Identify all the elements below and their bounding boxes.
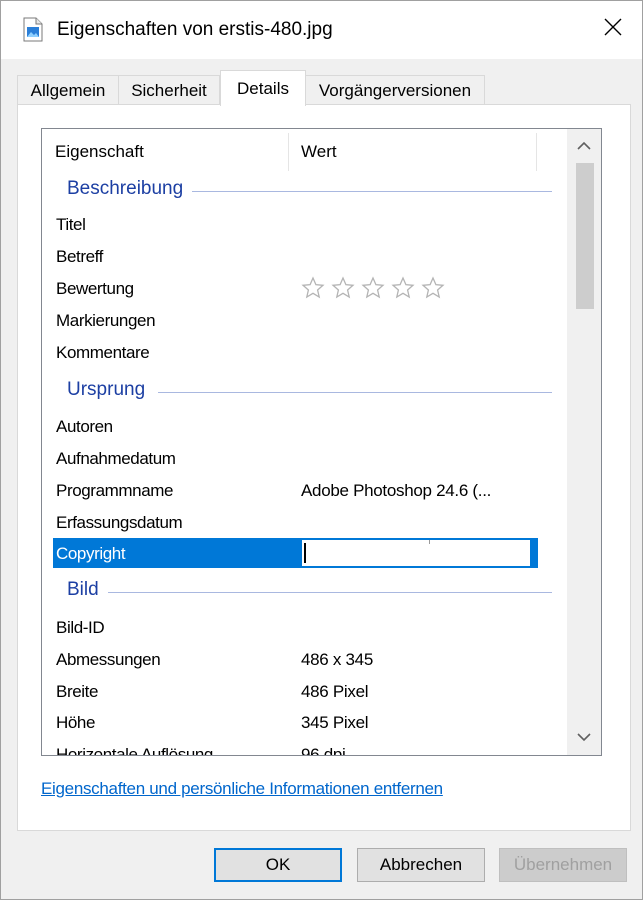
edit-marker <box>429 540 430 544</box>
group-label: Ursprung <box>67 379 154 401</box>
scroll-up-button[interactable] <box>567 129 601 163</box>
property-row-aufnahmedatum[interactable]: Aufnahmedatum <box>42 443 566 475</box>
property-name: Aufnahmedatum <box>56 449 176 468</box>
close-icon <box>604 18 622 41</box>
property-row-hoehe[interactable]: Höhe 345 Pixel <box>42 707 566 739</box>
property-row-kommentare[interactable]: Kommentare <box>42 337 566 369</box>
property-value[interactable]: 486 Pixel <box>301 682 369 702</box>
list-header: Eigenschaft Wert <box>42 129 566 174</box>
rating-stars[interactable] <box>301 276 445 300</box>
copyright-input[interactable] <box>302 540 530 566</box>
property-name: Erfassungsdatum <box>56 513 183 532</box>
property-name: Betreff <box>56 247 103 266</box>
vertical-scrollbar[interactable] <box>567 129 601 755</box>
property-row-titel[interactable]: Titel <box>42 209 566 241</box>
tab-details[interactable]: Details <box>220 70 306 106</box>
property-row-betreff[interactable]: Betreff <box>42 241 566 273</box>
tab-vorgaengerversionen[interactable]: Vorgängerversionen <box>305 75 485 106</box>
property-row-breite[interactable]: Breite 486 Pixel <box>42 676 566 708</box>
group-label: Bild <box>67 579 107 601</box>
property-name: Copyright <box>56 544 126 563</box>
property-name: Programmname <box>56 481 174 500</box>
text-caret <box>304 543 306 563</box>
group-label: Beschreibung <box>67 178 192 200</box>
property-row-horizontale-aufloesung[interactable]: Horizontale Auflösung 96 dpi <box>42 739 566 756</box>
property-name: Abmessungen <box>56 650 161 669</box>
property-row-erfassungsdatum[interactable]: Erfassungsdatum <box>42 507 566 539</box>
apply-button[interactable]: Übernehmen <box>499 848 627 882</box>
property-value[interactable]: 345 Pixel <box>301 713 369 733</box>
group-header-bild[interactable]: Bild <box>42 576 566 606</box>
group-header-beschreibung[interactable]: Beschreibung <box>42 175 566 205</box>
close-button[interactable] <box>591 9 635 49</box>
group-header-ursprung[interactable]: Ursprung <box>42 376 566 406</box>
property-name: Kommentare <box>56 343 150 362</box>
property-name: Autoren <box>56 417 113 436</box>
star-icon[interactable] <box>421 276 445 300</box>
image-file-icon <box>23 17 43 42</box>
property-name: Höhe <box>56 713 96 732</box>
property-row-abmessungen[interactable]: Abmessungen 486 x 345 <box>42 644 566 676</box>
cancel-button[interactable]: Abbrechen <box>357 848 485 882</box>
star-icon[interactable] <box>301 276 325 300</box>
property-name: Bewertung <box>56 279 134 298</box>
property-value[interactable]: 486 x 345 <box>301 650 373 670</box>
scroll-down-button[interactable] <box>567 721 601 755</box>
property-name: Bild-ID <box>56 618 105 637</box>
properties-dialog: Eigenschaften von erstis-480.jpg Allgeme… <box>0 0 643 900</box>
scroll-thumb[interactable] <box>576 163 594 309</box>
property-row-markierungen[interactable]: Markierungen <box>42 305 566 337</box>
property-value[interactable]: 96 dpi <box>301 745 346 755</box>
chevron-down-icon <box>577 729 591 747</box>
property-name: Horizontale Auflösung <box>56 745 213 756</box>
property-name: Titel <box>56 215 86 234</box>
group-divider <box>192 191 552 192</box>
property-name: Markierungen <box>56 311 156 330</box>
property-name: Breite <box>56 682 99 701</box>
property-row-bewertung[interactable]: Bewertung <box>42 273 566 305</box>
copyright-edit-field[interactable] <box>300 538 538 568</box>
window-title: Eigenschaften von erstis-480.jpg <box>57 19 333 40</box>
star-icon[interactable] <box>331 276 355 300</box>
group-divider <box>158 392 552 393</box>
property-row-autoren[interactable]: Autoren <box>42 411 566 443</box>
remove-properties-link[interactable]: Eigenschaften und persönliche Informatio… <box>41 779 443 799</box>
properties-list[interactable]: Eigenschaft Wert Beschreibung Titel Betr… <box>41 128 602 756</box>
star-icon[interactable] <box>391 276 415 300</box>
property-value[interactable]: Adobe Photoshop 24.6 (... <box>301 481 491 501</box>
tab-sicherheit[interactable]: Sicherheit <box>118 75 220 106</box>
column-divider[interactable] <box>536 133 537 171</box>
title-bar[interactable]: Eigenschaften von erstis-480.jpg <box>1 1 642 59</box>
property-row-programmname[interactable]: Programmname Adobe Photoshop 24.6 (... <box>42 475 566 507</box>
column-header-value[interactable]: Wert <box>288 129 536 174</box>
star-icon[interactable] <box>361 276 385 300</box>
tab-allgemein[interactable]: Allgemein <box>17 75 119 106</box>
ok-button[interactable]: OK <box>214 848 342 882</box>
property-row-copyright[interactable]: Copyright <box>42 538 566 570</box>
group-divider <box>108 592 552 593</box>
column-header-property[interactable]: Eigenschaft <box>42 129 288 174</box>
chevron-up-icon <box>577 137 591 155</box>
property-row-bild-id[interactable]: Bild-ID <box>42 612 566 644</box>
